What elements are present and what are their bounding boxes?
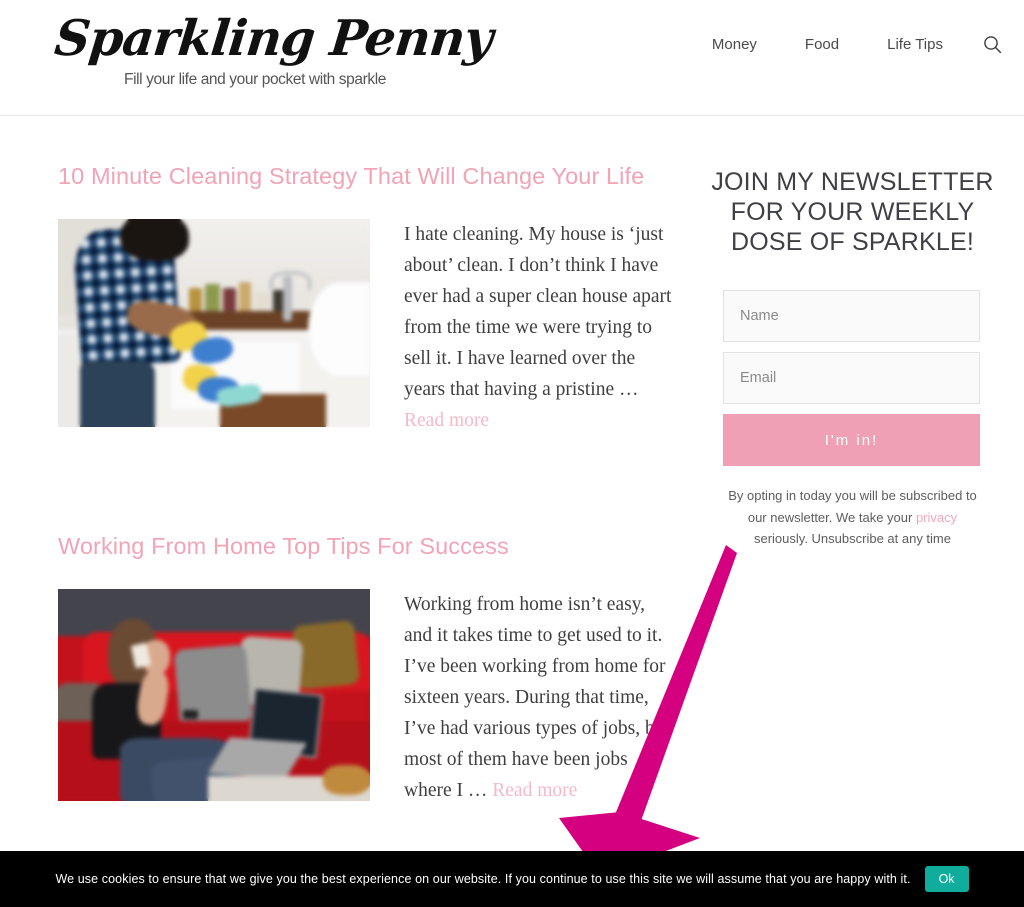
email-input[interactable]: [723, 352, 980, 404]
cookie-accept-button[interactable]: Ok: [924, 866, 969, 892]
nav-item-food[interactable]: Food: [781, 30, 863, 59]
article-card: Working From Home Top Tips For Success W…: [58, 532, 678, 806]
article-body: Working from home isn’t easy, and it tak…: [58, 589, 678, 806]
article-body: I hate cleaning. My house is ‘just about…: [58, 219, 678, 436]
article-excerpt: Working from home isn’t easy, and it tak…: [404, 589, 678, 806]
article-card: 10 Minute Cleaning Strategy That Will Ch…: [58, 162, 678, 436]
read-more-link[interactable]: Read more: [404, 410, 489, 431]
article-title-link[interactable]: 10 Minute Cleaning Strategy That Will Ch…: [58, 162, 678, 191]
newsletter-submit-button[interactable]: I'm in!: [723, 414, 980, 466]
article-excerpt-text: Working from home isn’t easy, and it tak…: [404, 594, 670, 802]
main-navigation: Money Food Life Tips: [688, 30, 1016, 59]
site-logo[interactable]: Sparkling Penny Fill your life and your …: [52, 8, 495, 89]
nav-item-life-tips[interactable]: Life Tips: [863, 30, 967, 59]
newsletter-form: I'm in!: [700, 290, 1005, 466]
site-header: Sparkling Penny Fill your life and your …: [0, 0, 1024, 116]
article-title-link[interactable]: Working From Home Top Tips For Success: [58, 532, 678, 561]
newsletter-disclaimer: By opting in today you will be subscribe…: [700, 485, 1005, 550]
newsletter-heading: JOIN MY NEWSLETTER FOR YOUR WEEKLY DOSE …: [711, 168, 994, 256]
sidebar: JOIN MY NEWSLETTER FOR YOUR WEEKLY DOSE …: [700, 167, 1005, 550]
article-thumbnail[interactable]: [58, 219, 370, 428]
work-from-home-photo: [58, 589, 370, 802]
article-excerpt-text: I hate cleaning. My house is ‘just about…: [404, 224, 672, 401]
read-more-link[interactable]: Read more: [492, 780, 577, 801]
privacy-link[interactable]: privacy: [916, 510, 957, 525]
brand-tagline: Fill your life and your pocket with spar…: [124, 71, 386, 89]
article-excerpt: I hate cleaning. My house is ‘just about…: [404, 219, 678, 436]
main-content: 10 Minute Cleaning Strategy That Will Ch…: [0, 117, 1024, 907]
name-input[interactable]: [723, 290, 980, 342]
brand-name: Sparkling Penny: [52, 9, 495, 67]
article-thumbnail[interactable]: [58, 589, 370, 802]
kitchen-cleaning-photo: [58, 219, 370, 428]
nav-item-money[interactable]: Money: [688, 30, 781, 59]
search-icon[interactable]: [967, 31, 1016, 58]
disclaimer-text-part2: seriously. Unsubscribe at any time: [753, 531, 951, 546]
page-root: Sparkling Penny Fill your life and your …: [0, 0, 1024, 907]
cookie-consent-banner: We use cookies to ensure that we give yo…: [0, 851, 1024, 907]
cookie-banner-text: We use cookies to ensure that we give yo…: [55, 872, 911, 886]
